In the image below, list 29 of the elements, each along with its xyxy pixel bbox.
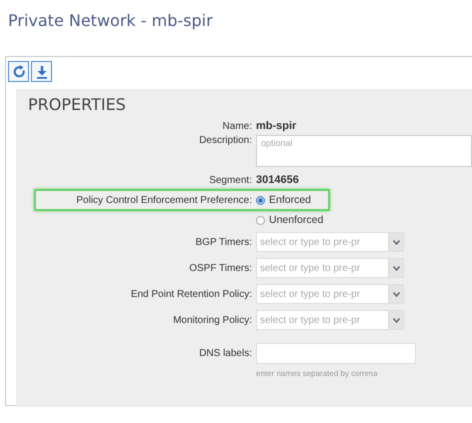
- refresh-icon: [10, 64, 26, 80]
- radio-option[interactable]: Unenforced: [256, 214, 324, 226]
- field-label: OSPF Timers:: [188, 262, 253, 274]
- field-label: Description:: [198, 135, 253, 146]
- section-heading: PROPERTIES: [27, 95, 127, 116]
- radio-option[interactable]: Enforced: [256, 194, 312, 206]
- field-hint: enter names separated by comma: [256, 368, 378, 378]
- description-field[interactable]: optional: [256, 135, 472, 167]
- chevron-down-icon: [392, 266, 400, 270]
- field-label: Name:: [222, 120, 253, 132]
- field-label: Segment:: [208, 174, 253, 186]
- select-field[interactable]: select or type to pre-pr: [256, 310, 404, 330]
- input-field[interactable]: [256, 343, 416, 364]
- refresh-button[interactable]: [8, 61, 29, 82]
- field-value: 3014656: [256, 174, 299, 186]
- chevron-down-icon: [392, 318, 400, 322]
- field-label: DNS labels:: [198, 348, 253, 359]
- select-field[interactable]: select or type to pre-pr: [256, 258, 404, 278]
- select-field[interactable]: select or type to pre-pr: [256, 284, 404, 304]
- page-title: Private Network - mb-spir: [7, 10, 214, 32]
- download-button[interactable]: [31, 61, 52, 82]
- field-label: BGP Timers:: [194, 236, 253, 248]
- chevron-down-icon: [392, 240, 400, 244]
- field-label: Policy Control Enforcement Preference:: [75, 194, 253, 206]
- field-label: Monitoring Policy:: [172, 314, 253, 326]
- field-label: End Point Retention Policy:: [130, 288, 253, 300]
- select-field[interactable]: select or type to pre-pr: [256, 232, 404, 252]
- field-value: mb-spir: [256, 120, 296, 132]
- chevron-down-icon: [392, 292, 400, 296]
